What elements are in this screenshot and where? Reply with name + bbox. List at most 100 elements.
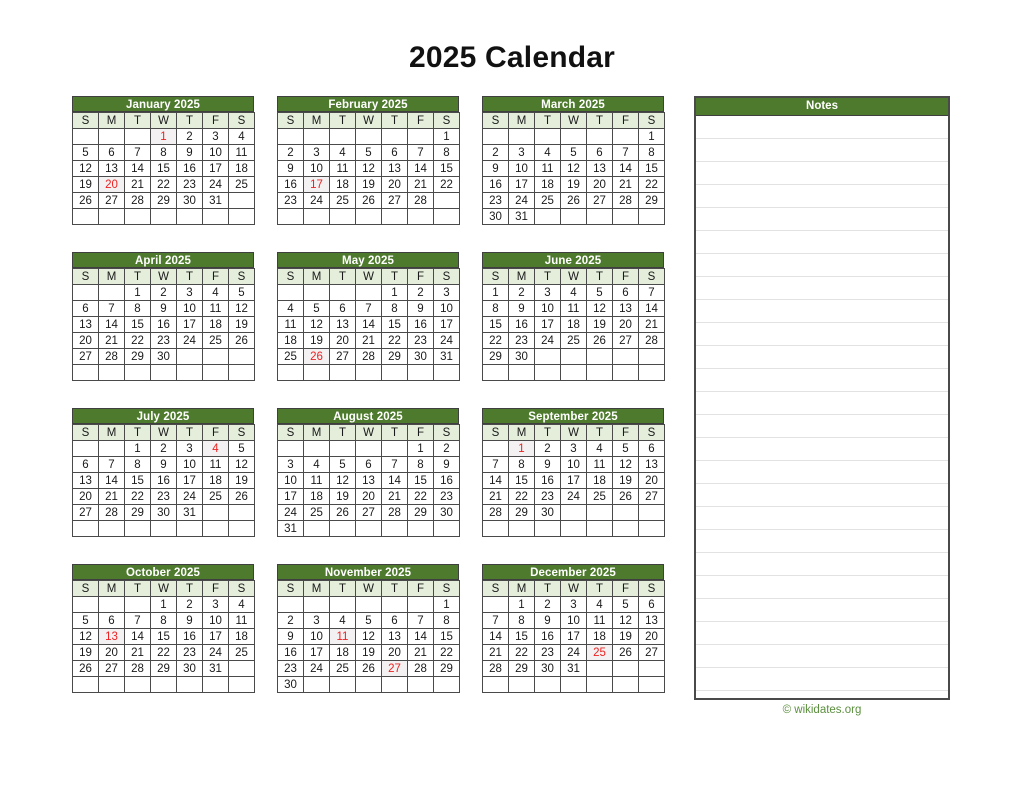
day-cell[interactable]: 2: [150, 284, 177, 301]
day-cell[interactable]: 12: [329, 472, 356, 489]
day-cell[interactable]: 15: [508, 472, 535, 489]
day-cell[interactable]: 16: [534, 628, 561, 645]
day-cell[interactable]: 24: [534, 332, 561, 349]
day-cell[interactable]: 29: [124, 504, 151, 521]
day-cell[interactable]: 23: [407, 332, 434, 349]
day-cell[interactable]: 27: [381, 192, 408, 209]
day-cell[interactable]: 28: [482, 504, 509, 521]
day-cell[interactable]: 31: [508, 208, 535, 225]
day-cell[interactable]: 28: [612, 192, 639, 209]
note-line[interactable]: [696, 530, 948, 553]
day-cell[interactable]: 3: [303, 144, 330, 161]
day-cell[interactable]: 28: [407, 192, 434, 209]
day-cell[interactable]: 18: [228, 628, 255, 645]
day-cell[interactable]: 19: [303, 332, 330, 349]
day-cell[interactable]: 28: [355, 348, 382, 365]
day-cell-holiday[interactable]: 25: [586, 644, 613, 661]
day-cell[interactable]: 5: [612, 596, 639, 613]
day-cell[interactable]: 25: [277, 348, 304, 365]
note-line[interactable]: [696, 392, 948, 415]
note-line[interactable]: [696, 323, 948, 346]
day-cell[interactable]: 17: [277, 488, 304, 505]
day-cell[interactable]: 15: [150, 160, 177, 177]
day-cell[interactable]: 5: [228, 440, 255, 457]
day-cell[interactable]: 28: [381, 504, 408, 521]
day-cell[interactable]: 14: [98, 316, 125, 333]
day-cell[interactable]: 11: [228, 612, 255, 629]
day-cell[interactable]: 11: [277, 316, 304, 333]
day-cell[interactable]: 16: [534, 472, 561, 489]
day-cell[interactable]: 27: [638, 644, 665, 661]
day-cell[interactable]: 17: [560, 472, 587, 489]
day-cell-holiday[interactable]: 13: [98, 628, 125, 645]
day-cell[interactable]: 30: [277, 676, 304, 693]
day-cell[interactable]: 13: [98, 160, 125, 177]
day-cell[interactable]: 21: [407, 176, 434, 193]
day-cell[interactable]: 20: [612, 316, 639, 333]
day-cell[interactable]: 18: [202, 472, 229, 489]
day-cell[interactable]: 7: [98, 456, 125, 473]
day-cell[interactable]: 24: [277, 504, 304, 521]
day-cell[interactable]: 22: [150, 644, 177, 661]
day-cell[interactable]: 5: [228, 284, 255, 301]
day-cell[interactable]: 8: [508, 612, 535, 629]
day-cell[interactable]: 2: [534, 440, 561, 457]
day-cell[interactable]: 10: [176, 456, 203, 473]
day-cell[interactable]: 21: [124, 176, 151, 193]
day-cell[interactable]: 26: [228, 488, 255, 505]
day-cell[interactable]: 15: [508, 628, 535, 645]
day-cell[interactable]: 8: [638, 144, 665, 161]
day-cell[interactable]: 17: [508, 176, 535, 193]
day-cell[interactable]: 5: [72, 612, 99, 629]
day-cell[interactable]: 30: [508, 348, 535, 365]
day-cell[interactable]: 23: [508, 332, 535, 349]
day-cell[interactable]: 29: [433, 660, 460, 677]
day-cell[interactable]: 19: [228, 316, 255, 333]
day-cell[interactable]: 14: [124, 160, 151, 177]
day-cell[interactable]: 18: [534, 176, 561, 193]
day-cell[interactable]: 11: [560, 300, 587, 317]
day-cell[interactable]: 20: [586, 176, 613, 193]
day-cell[interactable]: 21: [482, 644, 509, 661]
day-cell[interactable]: 14: [482, 628, 509, 645]
day-cell[interactable]: 10: [560, 612, 587, 629]
day-cell[interactable]: 25: [202, 488, 229, 505]
day-cell[interactable]: 9: [150, 300, 177, 317]
day-cell[interactable]: 8: [482, 300, 509, 317]
day-cell[interactable]: 25: [586, 488, 613, 505]
day-cell[interactable]: 12: [560, 160, 587, 177]
day-cell[interactable]: 18: [586, 628, 613, 645]
day-cell[interactable]: 6: [612, 284, 639, 301]
day-cell[interactable]: 10: [277, 472, 304, 489]
day-cell[interactable]: 24: [433, 332, 460, 349]
day-cell[interactable]: 9: [508, 300, 535, 317]
day-cell[interactable]: 20: [329, 332, 356, 349]
day-cell[interactable]: 13: [586, 160, 613, 177]
day-cell-holiday[interactable]: 26: [303, 348, 330, 365]
day-cell[interactable]: 10: [303, 628, 330, 645]
day-cell[interactable]: 21: [381, 488, 408, 505]
day-cell[interactable]: 8: [124, 456, 151, 473]
day-cell[interactable]: 31: [560, 660, 587, 677]
day-cell[interactable]: 24: [176, 332, 203, 349]
day-cell[interactable]: 14: [407, 628, 434, 645]
day-cell[interactable]: 13: [612, 300, 639, 317]
day-cell[interactable]: 30: [150, 348, 177, 365]
day-cell[interactable]: 26: [612, 488, 639, 505]
day-cell[interactable]: 5: [612, 440, 639, 457]
notes-lines[interactable]: [696, 116, 948, 699]
day-cell[interactable]: 26: [72, 192, 99, 209]
day-cell[interactable]: 22: [124, 332, 151, 349]
day-cell[interactable]: 13: [638, 612, 665, 629]
day-cell[interactable]: 14: [612, 160, 639, 177]
day-cell-holiday[interactable]: 17: [303, 176, 330, 193]
day-cell[interactable]: 24: [202, 644, 229, 661]
day-cell[interactable]: 13: [329, 316, 356, 333]
day-cell[interactable]: 23: [176, 176, 203, 193]
day-cell[interactable]: 29: [508, 660, 535, 677]
day-cell[interactable]: 3: [560, 596, 587, 613]
day-cell[interactable]: 26: [612, 644, 639, 661]
day-cell[interactable]: 27: [72, 504, 99, 521]
day-cell[interactable]: 5: [72, 144, 99, 161]
day-cell[interactable]: 10: [202, 612, 229, 629]
